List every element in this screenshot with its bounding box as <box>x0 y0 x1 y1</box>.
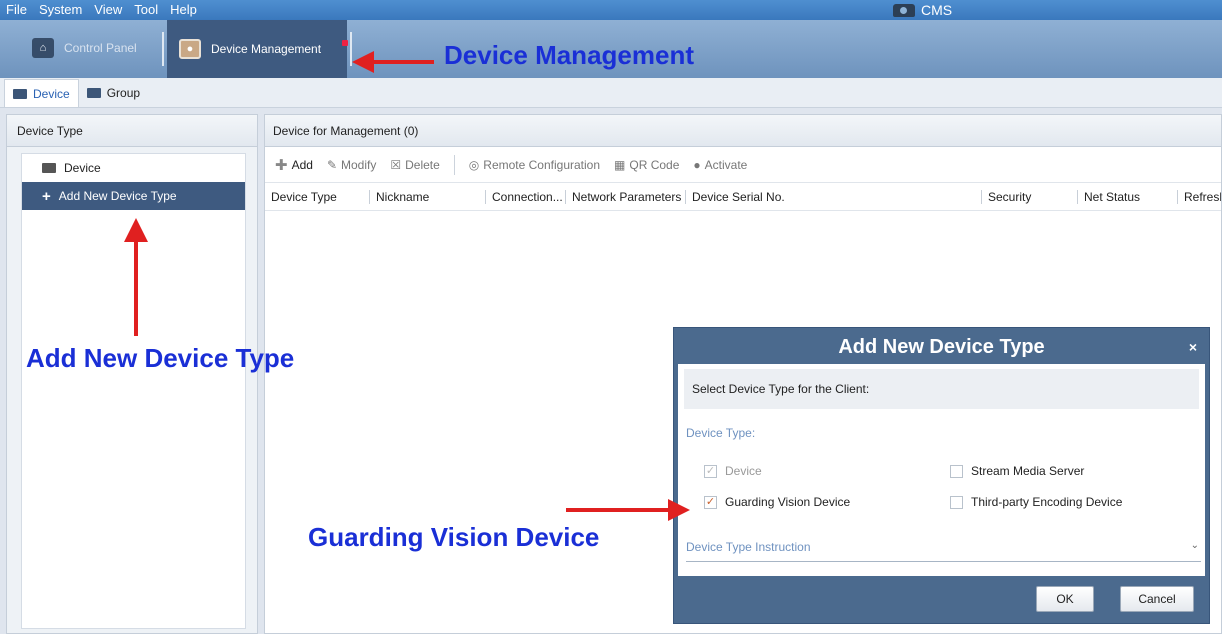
device-type-section-label: Device Type: <box>686 426 756 440</box>
menu-file[interactable]: File <box>0 0 33 20</box>
annotation-arrow <box>134 240 138 336</box>
column-nickname[interactable]: Nickname <box>369 189 485 204</box>
toolbar-divider <box>453 154 455 175</box>
device-type-title: Device Type <box>7 115 257 147</box>
annotation-arrow <box>372 60 434 64</box>
annotation-arrow-head <box>124 218 148 242</box>
column-device-serial[interactable]: Device Serial No. <box>685 189 981 204</box>
dialog-prompt: Select Device Type for the Client: <box>684 369 1199 409</box>
checkbox-empty-icon <box>950 495 963 509</box>
column-net-status[interactable]: Net Status <box>1077 189 1177 204</box>
remote-configuration-label: Remote Configuration <box>483 157 601 172</box>
remote-config-icon: ◎ <box>468 157 480 172</box>
checkbox-empty-icon <box>950 464 963 478</box>
remote-configuration-button[interactable]: ◎ Remote Configuration <box>469 158 600 172</box>
chevron-down-icon: ⌄ <box>1190 540 1199 551</box>
menu-help[interactable]: Help <box>164 0 203 20</box>
annotation-arrow-head <box>668 499 690 521</box>
column-device-type[interactable]: Device Type <box>265 190 369 204</box>
checkbox-stream-media-server-label: Stream Media Server <box>971 464 1085 478</box>
annotation-arrow <box>566 508 670 512</box>
checkbox-device-label: Device <box>725 464 762 478</box>
dialog-title-text: Add New Device Type <box>838 336 1045 358</box>
modify-button-label: Modify <box>341 157 377 172</box>
tree-item-add-new-device-type-label: Add New Device Type <box>58 189 177 203</box>
checkbox-guarding-vision-device-label: Guarding Vision Device <box>725 495 851 509</box>
home-icon: ⌂ <box>32 38 54 58</box>
qr-code-button[interactable]: ▦ QR Code <box>614 158 679 172</box>
tab-device-management[interactable]: ● Device Management <box>167 20 347 78</box>
toolbar: ✚ Add ✎ Modify ☒ Delete ◎ Remote Configu… <box>265 147 1221 183</box>
tab-group-label: Group <box>106 86 141 100</box>
tab-divider <box>162 32 164 66</box>
device-management-icon: ● <box>179 39 201 59</box>
device-list-icon <box>13 88 27 99</box>
menu-tool[interactable]: Tool <box>128 0 164 20</box>
modify-button[interactable]: ✎ Modify <box>327 158 376 172</box>
device-icon <box>42 163 56 173</box>
close-icon[interactable]: × <box>1189 328 1197 366</box>
tab-close-icon[interactable] <box>342 40 348 46</box>
delete-button-label: Delete <box>405 157 440 172</box>
add-button[interactable]: ✚ Add <box>275 156 313 174</box>
tree-item-device-label: Device <box>64 161 101 175</box>
activate-button[interactable]: ● Activate <box>693 158 747 172</box>
column-security[interactable]: Security <box>981 189 1077 204</box>
add-icon: ✚ <box>275 156 288 174</box>
activate-label: Activate <box>704 157 748 172</box>
checkbox-third-party-encoding-label: Third-party Encoding Device <box>971 495 1123 509</box>
tab-device-management-label: Device Management <box>211 42 322 56</box>
annotation-device-management: Device Management <box>444 40 694 70</box>
checkbox-third-party-encoding[interactable]: Third-party Encoding Device <box>950 495 1122 509</box>
sub-tab-bar: Device Group <box>0 78 1222 108</box>
pencil-icon: ✎ <box>326 157 337 172</box>
qr-code-label: QR Code <box>629 157 680 172</box>
app-title: CMS <box>893 0 952 20</box>
menu-system[interactable]: System <box>33 0 88 20</box>
add-new-device-type-dialog: Add New Device Type × Select Device Type… <box>673 327 1210 624</box>
column-connection[interactable]: Connection... <box>485 189 565 204</box>
column-refresh[interactable]: Refresh <box>1177 189 1221 204</box>
tree-item-device[interactable]: Device <box>22 154 245 182</box>
delete-icon: ☒ <box>390 157 402 172</box>
annotation-add-new-device-type: Add New Device Type <box>26 343 295 373</box>
checkbox-device[interactable]: ✓ Device <box>704 464 762 478</box>
table-header: Device Type Nickname Connection... Netwo… <box>265 183 1221 211</box>
app-title-text: CMS <box>921 2 953 18</box>
device-type-instruction[interactable]: Device Type Instruction ⌄ <box>686 540 1201 562</box>
cancel-button[interactable]: Cancel <box>1120 586 1194 612</box>
annotation-guarding-vision-device: Guarding Vision Device <box>308 522 600 552</box>
tab-control-panel-label: Control Panel <box>64 41 137 55</box>
menu-bar: File System View Tool Help CMS <box>0 0 1222 20</box>
tab-group[interactable]: Group <box>79 79 148 107</box>
dialog-body: Select Device Type for the Client: Devic… <box>678 364 1205 576</box>
column-network-parameters[interactable]: Network Parameters <box>565 189 685 204</box>
tree-item-add-new-device-type[interactable]: + Add New Device Type <box>22 182 245 210</box>
delete-button[interactable]: ☒ Delete <box>390 158 439 172</box>
tab-device-label: Device <box>33 86 70 101</box>
checkmark-icon: ✓ <box>704 464 717 478</box>
checkbox-stream-media-server[interactable]: Stream Media Server <box>950 464 1084 478</box>
tab-device[interactable]: Device <box>4 79 79 107</box>
device-type-instruction-label: Device Type Instruction <box>686 540 811 554</box>
plus-icon: + <box>42 187 51 205</box>
annotation-arrow-head <box>352 51 374 73</box>
add-button-label: Add <box>291 157 313 172</box>
group-icon <box>86 88 101 98</box>
device-type-panel: Device Type Device + Add New Device Type <box>6 114 258 634</box>
qr-code-icon: ▦ <box>614 157 626 172</box>
camera-logo-icon <box>893 3 915 17</box>
tab-control-panel[interactable]: ⌂ Control Panel <box>20 30 158 66</box>
menu-view[interactable]: View <box>88 0 128 20</box>
bulb-icon: ● <box>693 157 701 172</box>
device-for-management-title: Device for Management (0) <box>265 115 1221 147</box>
checkbox-guarding-vision-device[interactable]: ✓ Guarding Vision Device <box>704 495 850 509</box>
dialog-title: Add New Device Type × <box>674 328 1209 366</box>
ok-button[interactable]: OK <box>1036 586 1094 612</box>
checkmark-icon: ✓ <box>704 495 717 509</box>
